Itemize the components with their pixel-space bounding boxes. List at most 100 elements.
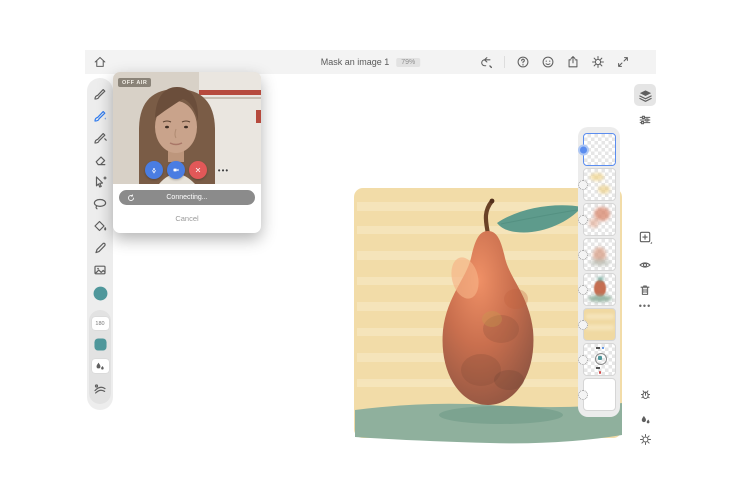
paint-brush-tool[interactable] bbox=[92, 86, 108, 102]
stem-tip bbox=[489, 198, 495, 204]
color-droplets-icon bbox=[641, 415, 649, 423]
webcam-preview: OFF AIR ••• bbox=[113, 72, 261, 184]
publish-export-button[interactable] bbox=[566, 55, 580, 69]
spinner-icon bbox=[128, 193, 134, 201]
layer-5-handle[interactable] bbox=[577, 284, 588, 295]
move-tool[interactable] bbox=[92, 174, 108, 190]
eraser-tool[interactable] bbox=[92, 152, 108, 168]
top-bar-divider bbox=[504, 56, 505, 68]
feedback-button[interactable] bbox=[634, 383, 656, 405]
pear-shadow bbox=[439, 406, 563, 424]
home-button[interactable] bbox=[93, 55, 107, 69]
layer-8-handle[interactable] bbox=[577, 389, 588, 400]
mixer-brush-icon bbox=[94, 133, 107, 144]
end-call-button[interactable] bbox=[188, 161, 207, 179]
microphone-icon bbox=[152, 167, 156, 173]
zoom-level-badge: 79% bbox=[396, 57, 421, 67]
fullscreen-icon bbox=[618, 57, 628, 67]
color-adjust-button[interactable] bbox=[634, 408, 656, 430]
water-flow-button[interactable] bbox=[91, 359, 109, 373]
mixer-brush-tool[interactable] bbox=[92, 130, 108, 146]
undo-button[interactable] bbox=[479, 55, 493, 69]
layer-thumbnail-6[interactable] bbox=[577, 308, 616, 341]
gear-icon bbox=[639, 433, 651, 445]
camera-icon bbox=[173, 168, 179, 172]
layer-thumbnail-5[interactable] bbox=[577, 273, 616, 306]
layers-icon bbox=[638, 89, 652, 102]
layer-thumbnail-3[interactable] bbox=[577, 203, 616, 236]
publish-export-icon bbox=[568, 56, 578, 68]
livestream-button[interactable] bbox=[541, 55, 555, 69]
eraser-icon bbox=[95, 156, 106, 166]
camera-button[interactable] bbox=[166, 161, 185, 179]
settings-button[interactable] bbox=[591, 55, 605, 69]
fill-tool[interactable] bbox=[92, 218, 108, 234]
off-air-badge: OFF AIR bbox=[118, 78, 152, 87]
place-image-tool[interactable] bbox=[92, 262, 108, 278]
color-swatch[interactable] bbox=[93, 338, 107, 351]
call-controls: ••• bbox=[113, 161, 261, 179]
layer-properties-icon bbox=[639, 115, 651, 125]
lasso-select-tool[interactable] bbox=[92, 196, 108, 212]
paint-brush-icon bbox=[94, 89, 106, 100]
layer-1-handle[interactable] bbox=[577, 144, 589, 155]
app-settings-button[interactable] bbox=[634, 428, 656, 450]
add-layer-icon bbox=[639, 231, 652, 244]
layer-thumbnail-4[interactable] bbox=[577, 238, 616, 271]
swatch-square bbox=[93, 338, 107, 351]
brush-smoothing-button[interactable] bbox=[92, 381, 108, 397]
layer-7-handle[interactable] bbox=[577, 354, 588, 365]
eyedropper-tool[interactable] bbox=[92, 240, 108, 256]
layer-3-handle[interactable] bbox=[577, 214, 588, 225]
close-x-icon bbox=[195, 167, 200, 173]
color-circle bbox=[93, 286, 107, 301]
layer-thumbnail-2[interactable] bbox=[577, 168, 616, 201]
top-bar: Mask an image 1 79% bbox=[85, 50, 656, 74]
layers-filmstrip bbox=[577, 127, 620, 417]
tool-rail: 180 bbox=[87, 78, 113, 410]
top-bar-actions bbox=[479, 55, 630, 69]
home-icon bbox=[94, 56, 106, 67]
help-icon bbox=[517, 56, 529, 68]
connecting-status-pill: Connecting... bbox=[119, 190, 255, 205]
document-title: Mask an image 1 bbox=[320, 57, 390, 67]
call-more-options-button[interactable]: ••• bbox=[218, 166, 229, 175]
undo-icon bbox=[481, 57, 493, 69]
lasso-icon bbox=[93, 198, 107, 210]
livestream-face-icon bbox=[542, 56, 554, 68]
layer-more-options-button[interactable]: ••• bbox=[634, 295, 656, 317]
live-brush-tool[interactable] bbox=[92, 108, 108, 124]
fresco-app-window: Mask an image 1 79% 180 OFF AIR ••• Conn… bbox=[0, 0, 741, 486]
ellipsis-icon: ••• bbox=[638, 301, 652, 311]
help-button[interactable] bbox=[516, 55, 530, 69]
feedback-bug-icon bbox=[640, 389, 650, 399]
brush-settings-panel: 180 bbox=[89, 310, 111, 404]
layer-properties-tab[interactable] bbox=[634, 109, 656, 131]
cancel-button[interactable]: Cancel bbox=[113, 214, 261, 223]
layer-2-handle[interactable] bbox=[577, 179, 588, 190]
add-layer-button[interactable] bbox=[634, 226, 656, 248]
brush-size-field[interactable]: 180 bbox=[91, 317, 109, 330]
layer-visibility-button[interactable] bbox=[634, 254, 656, 276]
layers-panel-tab[interactable] bbox=[634, 84, 656, 106]
brush-smoothing-icon bbox=[94, 384, 106, 394]
active-color-well[interactable] bbox=[93, 286, 108, 301]
move-cursor-icon bbox=[95, 176, 107, 188]
water-droplets-icon bbox=[96, 362, 104, 370]
live-brush-icon bbox=[94, 111, 106, 122]
layer-4-handle[interactable] bbox=[577, 249, 588, 260]
fill-bucket-icon bbox=[94, 220, 107, 232]
layer-thumbnail-7[interactable] bbox=[577, 343, 616, 376]
connecting-label: Connecting... bbox=[166, 194, 208, 201]
document-title-group: Mask an image 1 79% bbox=[321, 50, 421, 74]
settings-gear-icon bbox=[592, 56, 604, 68]
layer-thumbnail-1[interactable] bbox=[577, 133, 616, 166]
image-icon bbox=[94, 265, 106, 275]
fullscreen-button[interactable] bbox=[616, 55, 630, 69]
layer-thumbnail-8[interactable] bbox=[577, 378, 616, 411]
layer-6-handle[interactable] bbox=[577, 319, 588, 330]
microphone-button[interactable] bbox=[144, 161, 163, 179]
eyedropper-icon bbox=[95, 242, 106, 254]
visibility-eye-icon bbox=[639, 262, 651, 268]
video-call-popup[interactable]: OFF AIR ••• Connecting... Cancel bbox=[113, 72, 261, 233]
